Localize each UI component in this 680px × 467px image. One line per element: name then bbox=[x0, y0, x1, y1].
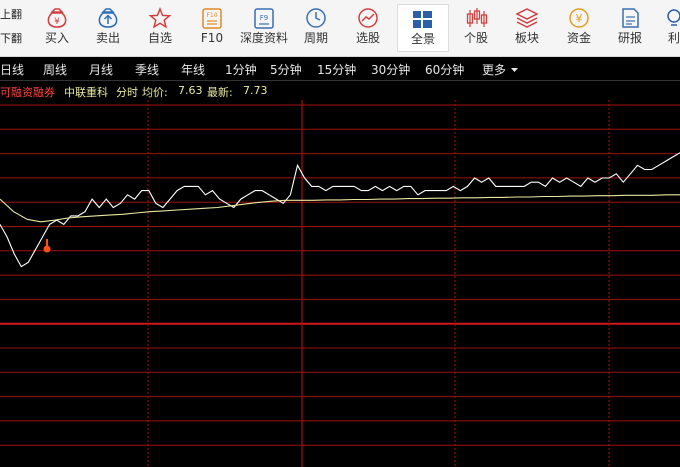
stock-picker-label: 选股 bbox=[355, 31, 380, 45]
tab-15min[interactable]: 15分钟 bbox=[317, 61, 356, 78]
money-bag-icon: ¥ bbox=[47, 8, 67, 28]
report-icon bbox=[622, 8, 639, 28]
sell-button[interactable]: 卖出 bbox=[82, 4, 134, 52]
period-tabs: 日线 周线 月线 季线 年线 1分钟 5分钟 15分钟 30分钟 60分钟 更多 bbox=[0, 57, 680, 81]
watchlist-label: 自选 bbox=[147, 31, 172, 45]
stock-picker-button[interactable]: 选股 bbox=[342, 4, 394, 52]
tab-30min[interactable]: 30分钟 bbox=[371, 61, 410, 78]
latest-price-value: 7.73 bbox=[243, 84, 268, 97]
latest-price-label: 最新: bbox=[207, 86, 233, 99]
period-label: 周期 bbox=[303, 31, 328, 45]
f10-button[interactable]: F10 F10 bbox=[186, 4, 238, 52]
research-report-label: 研报 bbox=[617, 31, 642, 45]
more-tool-label: 利 bbox=[668, 31, 680, 45]
average-price-line bbox=[0, 194, 680, 223]
chart-lines bbox=[0, 152, 680, 268]
sell-label: 卖出 bbox=[95, 31, 120, 45]
margin-marker-icon bbox=[43, 239, 51, 253]
tab-more[interactable]: 更多 bbox=[482, 61, 519, 78]
panorama-icon bbox=[413, 11, 432, 28]
more-tool-button[interactable]: 利 bbox=[656, 4, 680, 52]
deep-data-button[interactable]: F9 深度资料 bbox=[238, 4, 290, 52]
chart-grid bbox=[0, 100, 680, 467]
single-stock-button[interactable]: 个股 bbox=[450, 4, 502, 52]
money-bag-up-icon bbox=[98, 8, 118, 28]
capital-flow-button[interactable]: ¥ 资金 bbox=[553, 4, 605, 52]
tab-1min[interactable]: 1分钟 bbox=[225, 61, 257, 78]
main-toolbar: 上翻 下翻 ¥ 买入 卖出 自选 F10 F10 F9 深度资料 周期 选股 全… bbox=[0, 0, 680, 57]
tab-60min[interactable]: 60分钟 bbox=[425, 61, 464, 78]
research-report-button[interactable]: 研报 bbox=[604, 4, 656, 52]
intraday-chart[interactable] bbox=[0, 100, 680, 467]
tab-5min[interactable]: 5分钟 bbox=[270, 61, 302, 78]
f10-label: F10 bbox=[200, 31, 224, 45]
panorama-button[interactable]: 全景 bbox=[397, 4, 449, 52]
tab-yearly[interactable]: 年线 bbox=[181, 61, 205, 78]
average-price-label: 均价: bbox=[142, 86, 168, 99]
svg-text:F9: F9 bbox=[260, 14, 268, 22]
select-stock-icon bbox=[358, 8, 378, 28]
tab-more-label: 更多 bbox=[482, 63, 507, 77]
tab-quarterly[interactable]: 季线 bbox=[135, 61, 159, 78]
page-up-button[interactable]: 上翻 bbox=[0, 4, 26, 26]
tab-weekly[interactable]: 周线 bbox=[43, 61, 67, 78]
margin-trading-tag: 可融资融券 bbox=[0, 86, 55, 99]
svg-text:F10: F10 bbox=[206, 12, 217, 19]
svg-text:¥: ¥ bbox=[576, 12, 583, 25]
svg-text:¥: ¥ bbox=[54, 17, 60, 27]
f10-icon: F10 bbox=[202, 8, 222, 29]
stock-name: 中联重科 bbox=[64, 86, 108, 99]
price-line bbox=[0, 152, 680, 268]
tab-daily[interactable]: 日线 bbox=[0, 61, 24, 78]
candlestick-icon bbox=[466, 8, 488, 27]
sector-button[interactable]: 板块 bbox=[501, 4, 553, 52]
chart-mode: 分时 bbox=[116, 86, 138, 99]
tab-monthly[interactable]: 月线 bbox=[89, 61, 113, 78]
capital-flow-label: 资金 bbox=[566, 31, 591, 45]
deep-data-label: 深度资料 bbox=[239, 31, 288, 45]
buy-label: 买入 bbox=[44, 31, 69, 45]
single-stock-label: 个股 bbox=[463, 31, 488, 45]
lightbulb-icon bbox=[667, 9, 680, 26]
dropdown-arrow-icon bbox=[510, 68, 518, 72]
star-icon bbox=[148, 7, 172, 29]
yen-coin-icon: ¥ bbox=[569, 8, 589, 28]
period-button[interactable]: 周期 bbox=[290, 4, 342, 52]
clock-icon bbox=[306, 8, 326, 28]
f9-icon: F9 bbox=[254, 8, 274, 29]
sector-label: 板块 bbox=[514, 31, 539, 45]
page-down-button[interactable]: 下翻 bbox=[0, 28, 26, 50]
average-price-value: 7.63 bbox=[178, 84, 203, 97]
buy-button[interactable]: ¥ 买入 bbox=[31, 4, 83, 52]
panorama-label: 全景 bbox=[410, 32, 435, 46]
watchlist-button[interactable]: 自选 bbox=[134, 4, 186, 52]
chart-info-line: 可融资融券 中联重科 分时 均价: 7.63 最新: 7.73 bbox=[0, 82, 680, 100]
layers-icon bbox=[515, 8, 539, 28]
